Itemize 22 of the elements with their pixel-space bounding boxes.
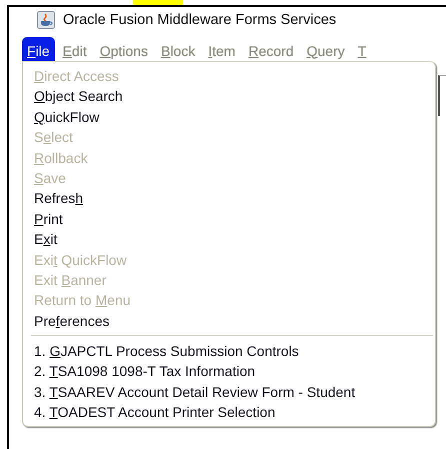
- menu-item[interactable]: 1. GJAPCTL Process Submission Controls: [23, 341, 436, 362]
- menu-item[interactable]: Object Search: [23, 86, 436, 107]
- window-title: Oracle Fusion Middleware Forms Services: [63, 12, 336, 28]
- highlight-mark: [133, 0, 183, 5]
- menu-tab[interactable]: Options: [94, 37, 153, 61]
- menu-item[interactable]: QuickFlow: [23, 106, 436, 128]
- coffee-cup-icon: [37, 11, 55, 29]
- menu-item[interactable]: 3. TSAAREV Account Detail Review Form - Student: [23, 382, 436, 402]
- menu-tab[interactable]: T: [352, 37, 372, 61]
- menu-tab[interactable]: Item: [203, 37, 240, 61]
- menu-item[interactable]: Exit: [23, 229, 436, 250]
- menu-tab[interactable]: Block: [156, 37, 200, 61]
- menu-tab[interactable]: Query: [302, 37, 350, 61]
- menu-tab[interactable]: File: [22, 37, 55, 61]
- background-window: [438, 75, 446, 116]
- menu-item[interactable]: Preferences: [23, 310, 436, 332]
- menu-item[interactable]: 2. TSA1098 1098-T Tax Information: [23, 361, 436, 382]
- menu-tab[interactable]: Record: [243, 37, 299, 61]
- menu-item[interactable]: Print: [23, 208, 436, 230]
- menu-item[interactable]: 4. TOADEST Account Printer Selection: [23, 402, 436, 423]
- menu-item[interactable]: Refresh: [23, 188, 436, 209]
- menu-tab[interactable]: Edit: [58, 37, 92, 61]
